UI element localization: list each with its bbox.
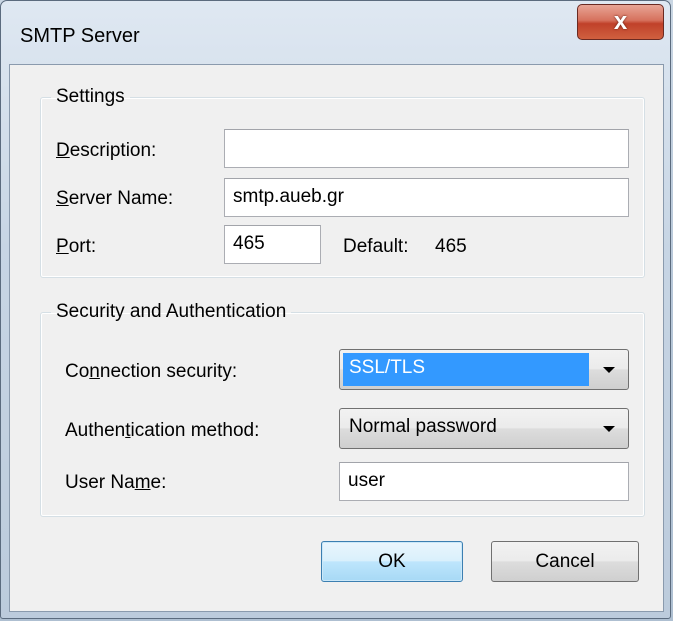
- auth-method-label: Authentication method:: [65, 420, 260, 441]
- chevron-down-icon: [603, 367, 615, 373]
- connection-security-label: Connection security:: [65, 361, 238, 382]
- chevron-down-icon: [603, 426, 615, 432]
- connection-security-value: SSL/TLS: [343, 353, 589, 386]
- dialog-body: Settings Description: Server Name: smtp.…: [9, 64, 664, 612]
- description-label: Description:: [56, 140, 157, 161]
- security-legend: Security and Authentication: [56, 301, 287, 322]
- default-port-label: Default:: [343, 236, 409, 257]
- username-field[interactable]: user: [339, 462, 629, 501]
- close-icon: x: [613, 8, 628, 35]
- settings-legend: Settings: [56, 86, 125, 107]
- username-label: User Name:: [65, 472, 167, 493]
- description-field[interactable]: [224, 129, 629, 168]
- cancel-button[interactable]: Cancel: [491, 541, 639, 582]
- ok-button[interactable]: OK: [321, 541, 463, 582]
- connection-security-select[interactable]: SSL/TLS: [339, 349, 629, 390]
- port-label: Port:: [56, 236, 97, 257]
- window-title: SMTP Server: [20, 25, 140, 47]
- server-name-field[interactable]: smtp.aueb.gr: [224, 178, 629, 217]
- default-port-value: 465: [435, 236, 467, 257]
- port-field[interactable]: 465: [224, 225, 321, 264]
- auth-method-value: Normal password: [349, 416, 497, 437]
- auth-method-select[interactable]: Normal password: [339, 408, 629, 449]
- dialog-window: SMTP Server x Settings Description: Serv…: [0, 0, 671, 619]
- close-button[interactable]: x: [577, 4, 664, 40]
- server-name-label: Server Name:: [56, 188, 174, 209]
